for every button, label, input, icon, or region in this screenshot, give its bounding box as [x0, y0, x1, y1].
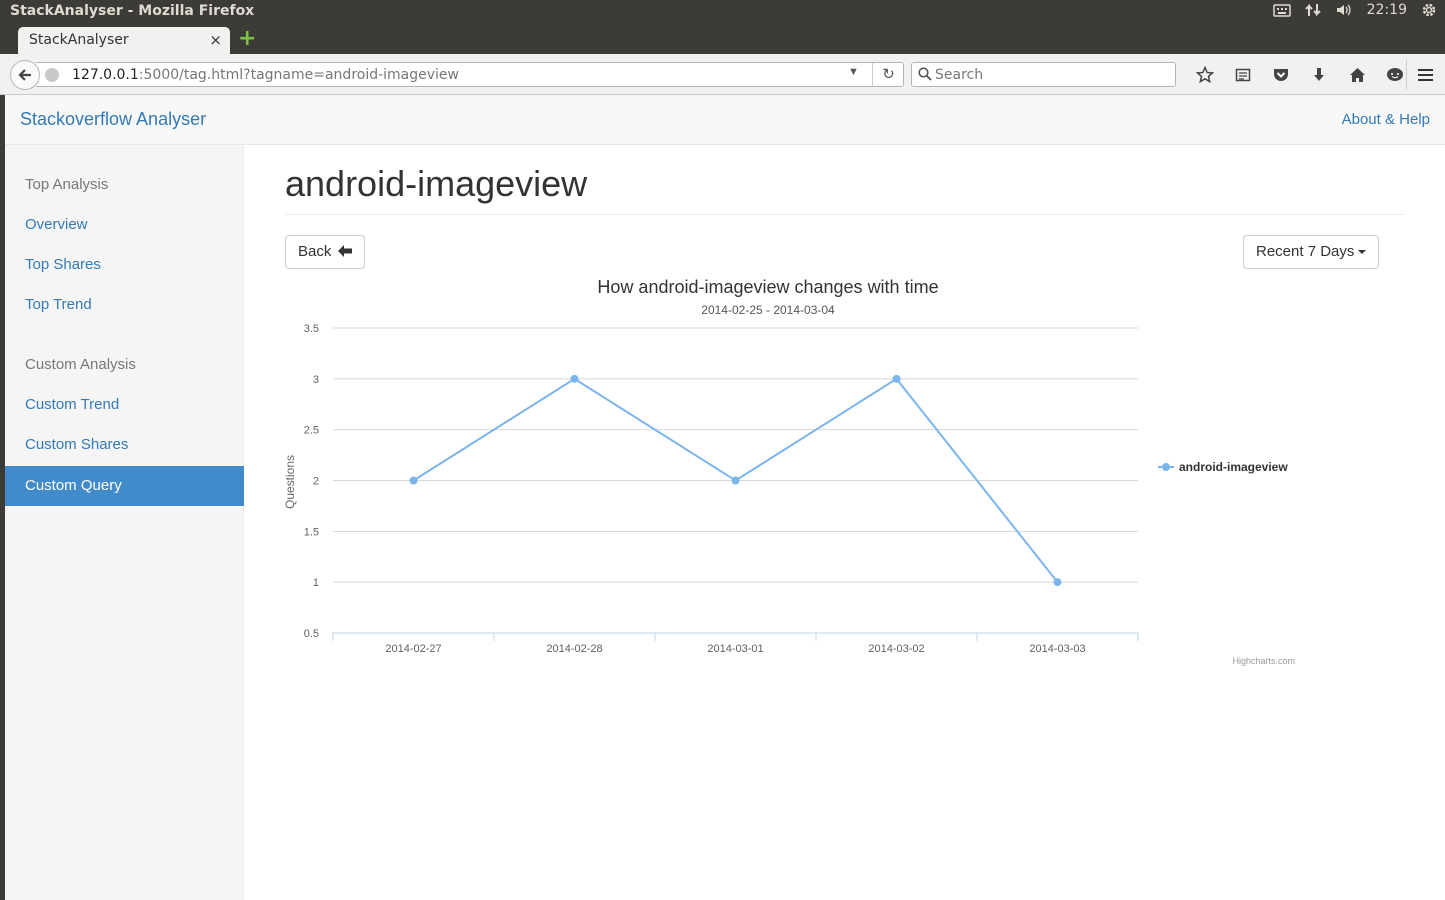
chart-legend[interactable]: android-imageview — [1158, 460, 1288, 474]
chart-subtitle: 2014-02-25 - 2014-03-04 — [701, 303, 835, 317]
x-tick-label: 2014-03-01 — [707, 643, 763, 655]
keyboard-icon[interactable] — [1272, 3, 1291, 17]
y-tick-label: 3.5 — [304, 323, 319, 335]
data-point — [892, 374, 901, 383]
sidebar-item-top-trend[interactable]: Top Trend — [5, 285, 244, 325]
search-bar[interactable]: Search — [911, 62, 1176, 87]
hamburger-menu-icon[interactable] — [1406, 60, 1440, 90]
legend-marker — [1162, 463, 1170, 471]
data-point — [409, 476, 418, 485]
new-tab-icon[interactable]: + — [238, 28, 258, 50]
clock[interactable]: 22:19 — [1367, 2, 1407, 18]
sidebar-item-top-shares[interactable]: Top Shares — [5, 245, 244, 285]
app-navbar: Stackoverflow Analyser About & Help — [0, 95, 1445, 145]
chart-title: How android-imageview changes with time — [597, 277, 938, 297]
chart-credits[interactable]: Highcharts.com — [1232, 656, 1295, 666]
sidebar-item-custom-shares[interactable]: Custom Shares — [5, 425, 244, 465]
download-icon[interactable] — [1300, 64, 1338, 86]
y-tick-label: 1.5 — [304, 526, 319, 538]
caret-down-icon — [1358, 250, 1367, 255]
tab-title: StackAnalyser — [29, 32, 129, 48]
sidebar-header-top-analysis: Top Analysis — [25, 176, 109, 193]
title-divider — [285, 214, 1405, 215]
browser-navbar: 127.0.0.1:5000/tag.html?tagname=android-… — [0, 54, 1445, 95]
sidebar-item-custom-query[interactable]: Custom Query — [5, 466, 244, 506]
y-axis-label: Questions — [285, 455, 297, 509]
y-tick-label: 1 — [313, 577, 319, 589]
chevron-down-icon[interactable]: ▼ — [848, 66, 859, 78]
system-tray: 22:19 — [1272, 2, 1437, 18]
search-icon — [918, 67, 932, 81]
os-title-bar: StackAnalyser - Mozilla Firefox 22:19 — [0, 0, 1445, 24]
url-text[interactable]: 127.0.0.1:5000/tag.html?tagname=android-… — [72, 67, 459, 83]
back-button-label: Back — [298, 243, 332, 260]
browser-tab[interactable]: StackAnalyser × — [18, 27, 230, 54]
data-point — [570, 374, 579, 383]
pocket-icon[interactable] — [1262, 64, 1300, 86]
x-tick-label: 2014-02-27 — [385, 643, 441, 655]
data-point — [731, 476, 740, 485]
sidebar: Top Analysis Overview Top Shares Top Tre… — [5, 145, 244, 900]
date-range-dropdown[interactable]: Recent 7 Days — [1243, 235, 1380, 269]
date-range-label: Recent 7 Days — [1256, 243, 1355, 260]
close-icon[interactable]: × — [209, 31, 222, 49]
brand-link[interactable]: Stackoverflow Analyser — [20, 109, 206, 130]
reading-list-icon[interactable] — [1224, 64, 1262, 86]
home-icon[interactable] — [1338, 64, 1376, 86]
back-button[interactable] — [10, 60, 40, 90]
about-help-link[interactable]: About & Help — [1342, 111, 1430, 128]
window-title: StackAnalyser - Mozilla Firefox — [10, 3, 255, 19]
line-chart: How android-imageview changes with time … — [285, 277, 1295, 666]
url-bar[interactable]: 127.0.0.1:5000/tag.html?tagname=android-… — [36, 62, 904, 87]
reload-icon[interactable]: ↻ — [872, 63, 904, 86]
sidebar-item-custom-trend[interactable]: Custom Trend — [5, 385, 244, 425]
search-input[interactable]: Search — [935, 67, 983, 83]
y-tick-label: 2.5 — [304, 425, 319, 437]
x-tick-label: 2014-02-28 — [546, 643, 602, 655]
sidebar-item-overview[interactable]: Overview — [5, 205, 244, 245]
toolbar-icons — [1186, 64, 1414, 86]
volume-icon[interactable] — [1335, 2, 1353, 18]
y-axis-ticks: 0.5 1 1.5 2 2.5 3 3.5 — [304, 323, 319, 640]
bookmark-star-icon[interactable] — [1186, 64, 1224, 86]
x-tick-label: 2014-03-02 — [868, 643, 924, 655]
x-tick-label: 2014-03-03 — [1029, 643, 1085, 655]
y-tick-label: 0.5 — [304, 628, 319, 640]
back-button-page[interactable]: Back — [285, 235, 365, 269]
sidebar-header-custom-analysis: Custom Analysis — [25, 356, 136, 373]
tab-strip: StackAnalyser × + — [0, 24, 1445, 54]
x-axis: 2014-02-27 2014-02-28 2014-03-01 2014-03-02… — [332, 632, 1139, 655]
back-arrow-icon — [18, 69, 31, 81]
arrow-left-icon — [337, 245, 352, 257]
y-tick-label: 2 — [313, 476, 319, 488]
y-tick-label: 3 — [313, 374, 319, 386]
data-point — [1053, 578, 1062, 587]
globe-icon — [45, 68, 59, 82]
page-title: android-imageview — [285, 163, 588, 204]
network-icon[interactable] — [1304, 2, 1321, 18]
legend-label: android-imageview — [1179, 460, 1288, 474]
settings-icon[interactable] — [1421, 2, 1437, 18]
